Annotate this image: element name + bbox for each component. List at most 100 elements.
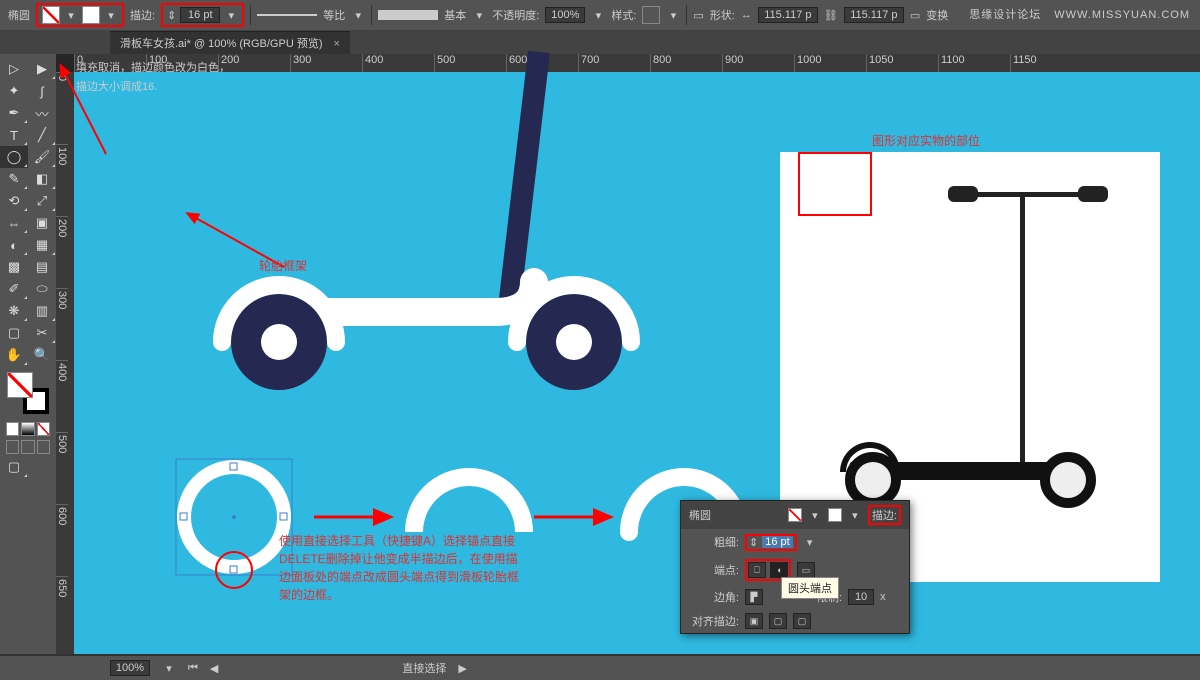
paintbrush-tool[interactable]: 🖌 (28, 146, 56, 168)
zoom-tool[interactable]: 🔍 (28, 344, 56, 366)
stroke-weight-input[interactable]: 16 pt (180, 7, 220, 23)
zoom-input[interactable]: 100% (110, 660, 150, 676)
zoom-dropdown[interactable]: ▾ (162, 659, 176, 677)
profile-preview[interactable] (257, 14, 317, 16)
document-tab[interactable]: 滑板车女孩.ai* @ 100% (RGB/GPU 预览) × (110, 31, 350, 54)
artboard[interactable]: 填充取消，描边颜色改为白色， 描边大小调成16. 轮胎框架 (74, 72, 1200, 654)
panel-stroke-swatch[interactable] (828, 508, 842, 522)
color-mode-button[interactable] (6, 422, 19, 436)
stroke-label-highlight: 描边: (868, 505, 901, 525)
eraser-tool[interactable]: ◧ (28, 168, 56, 190)
ellipse-tool[interactable]: ◯ (0, 146, 28, 168)
shapes-label: 形状: (710, 7, 735, 23)
rotate-tool[interactable]: ⟲ (0, 190, 28, 212)
direct-selection-tool[interactable]: ▶ (28, 58, 56, 80)
mesh-tool[interactable]: ▩ (0, 256, 28, 278)
gradient-tool[interactable]: ▤ (28, 256, 56, 278)
type-tool[interactable]: T (0, 124, 28, 146)
symbol-sprayer-tool[interactable]: ❋ (0, 300, 28, 322)
tab-title: 滑板车女孩.ai* @ 100% (RGB/GPU 预览) (120, 38, 322, 50)
selection-tool[interactable]: ▷ (0, 58, 28, 80)
perspective-tool[interactable]: ▦ (28, 234, 56, 256)
align-icon[interactable]: ▭ (693, 9, 703, 22)
nav-prev-icon[interactable]: ◀ (210, 662, 218, 675)
artboard-tool[interactable]: ▢ (0, 322, 28, 344)
panel-stroke-dropdown[interactable]: ▾ (848, 506, 862, 524)
separator (371, 5, 372, 25)
opacity-dropdown[interactable]: ▾ (591, 6, 605, 24)
shaper-tool[interactable]: ✎ (0, 168, 28, 190)
stroke-weight-highlight: ⇕ 16 pt ▾ (161, 3, 244, 27)
width-input[interactable]: 115.117 p (758, 7, 818, 23)
none-mode-button[interactable] (37, 422, 50, 436)
opacity-input[interactable]: 100% (545, 7, 585, 23)
stroke-weight-dropdown[interactable]: ▾ (224, 6, 238, 24)
panel-title: 椭圆 (689, 507, 711, 523)
toolbox: ▷▶ ✦ʃ ✒〰 T╱ ◯🖌 ✎◧ ⟲⤢ ⇔▣ ◐▦ ▩▤ ✐⬭ ❋▥ ▢✂ ✋… (0, 54, 56, 654)
align-center-button[interactable]: ▣ (745, 613, 763, 629)
watermark: 思缘设计论坛 WWW.MISSYUAN.COM (969, 6, 1190, 22)
graphic-style-swatch[interactable] (642, 6, 660, 24)
weight-dropdown[interactable]: ▾ (803, 533, 817, 551)
status-bar: 100% ▾ ⏮ ◀ 直接选择 ▶ (0, 656, 1200, 680)
tab-close-button[interactable]: × (334, 38, 340, 50)
wm-a: 思缘设计论坛 (969, 9, 1041, 21)
hand-tool[interactable]: ✋ (0, 344, 28, 366)
draw-behind-button[interactable] (21, 440, 34, 454)
cap-round-button[interactable]: ◖ (770, 562, 788, 578)
width-tool[interactable]: ⇔ (0, 212, 28, 234)
stroke-swatch[interactable] (82, 6, 100, 24)
draw-inside-button[interactable] (37, 440, 50, 454)
width-link-icon[interactable]: ↔ (741, 9, 752, 21)
draw-normal-button[interactable] (6, 440, 19, 454)
height-input[interactable]: 115.117 p (844, 7, 904, 23)
stroke-panel[interactable]: 椭圆 ▾ ▾ 描边: 粗细: ⇕ 16 pt ▾ (680, 500, 910, 634)
fill-stroke-indicator[interactable] (7, 372, 49, 414)
limit-input[interactable]: 10 (848, 589, 874, 605)
blend-tool[interactable]: ⬭ (28, 278, 56, 300)
profile-dropdown[interactable]: ▾ (351, 6, 365, 24)
gradient-mode-button[interactable] (21, 422, 34, 436)
cap-projecting-button[interactable]: ▭ (797, 562, 815, 578)
curvature-tool[interactable]: 〰 (28, 102, 56, 124)
brush-dropdown[interactable]: ▾ (472, 6, 486, 24)
screen-mode-button[interactable]: ▢ (0, 456, 28, 478)
pen-tool[interactable]: ✒ (0, 102, 28, 124)
stroke-panel-header[interactable]: 椭圆 ▾ ▾ 描边: (681, 501, 909, 529)
free-transform-tool[interactable]: ▣ (28, 212, 56, 234)
shape-builder-tool[interactable]: ◐ (0, 234, 28, 256)
panel-fill-dropdown[interactable]: ▾ (808, 506, 822, 524)
column-graph-tool[interactable]: ▥ (28, 300, 56, 322)
annotation-arrow (184, 207, 304, 287)
ruler-tick: 300 (56, 288, 68, 360)
panel-fill-swatch[interactable] (788, 508, 802, 522)
corner-miter-button[interactable]: ▛ (745, 589, 763, 605)
brush-preview[interactable] (378, 10, 438, 20)
scale-tool[interactable]: ⤢ (28, 190, 56, 212)
document-tabs: 滑板车女孩.ai* @ 100% (RGB/GPU 预览) × (0, 30, 1200, 54)
lasso-tool[interactable]: ʃ (28, 80, 56, 102)
profile-label: 等比 (323, 7, 345, 23)
shape-options-icon[interactable]: ▭ (910, 9, 920, 22)
fill-swatch[interactable] (42, 6, 60, 24)
slice-tool[interactable]: ✂ (28, 322, 56, 344)
cap-butt-button[interactable]: ⎕ (748, 562, 766, 578)
magic-wand-tool[interactable]: ✦ (0, 80, 28, 102)
tooltip: 圆头端点 (781, 577, 839, 599)
opacity-label: 不透明度: (492, 7, 539, 23)
fill-stroke-group-highlight: ▾ ▾ (36, 3, 124, 27)
stepper-icon[interactable]: ⇕ (167, 9, 176, 22)
stepper-icon[interactable]: ⇕ (749, 536, 758, 549)
align-inside-button[interactable]: ▢ (769, 613, 787, 629)
eyedropper-tool[interactable]: ✐ (0, 278, 28, 300)
link-wh-icon[interactable]: ⛓ (824, 9, 838, 22)
nav-first-icon[interactable]: ⏮ (188, 662, 198, 675)
nav-next-icon[interactable]: ▶ (458, 662, 466, 675)
weight-input[interactable]: 16 pt (762, 536, 792, 548)
stroke-dropdown[interactable]: ▾ (104, 6, 118, 24)
fill-dropdown[interactable]: ▾ (64, 6, 78, 24)
line-tool[interactable]: ╱ (28, 124, 56, 146)
graphic-style-dropdown[interactable]: ▾ (666, 6, 680, 24)
fill-indicator[interactable] (7, 372, 33, 398)
align-outside-button[interactable]: ▢ (793, 613, 811, 629)
